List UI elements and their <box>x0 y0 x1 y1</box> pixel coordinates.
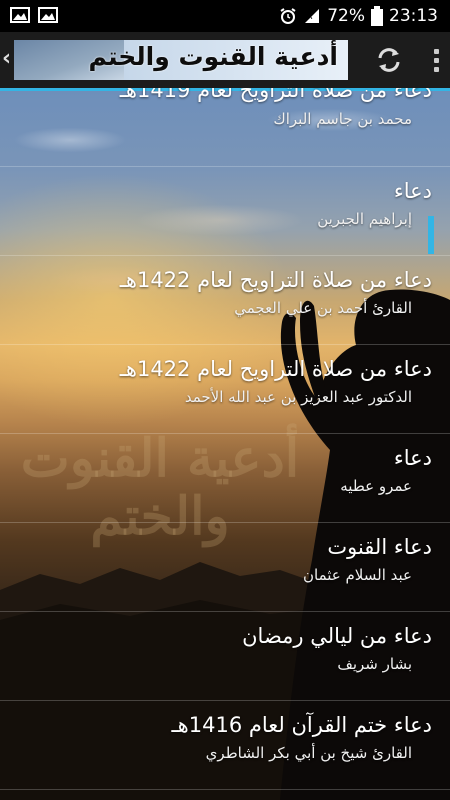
list-item[interactable]: دعاء عمرو عطيه <box>0 434 450 523</box>
item-title: دعاء من صلاة التراويح لعام 1422هـ <box>119 268 432 292</box>
list-item[interactable]: دعاء القنوت عبد السلام عثمان <box>0 523 450 612</box>
item-subtitle: القارئ أحمد بن علي العجمي <box>234 299 412 317</box>
status-bar: R 72% 23:13 <box>0 0 450 32</box>
app-title: أدعية القنوت والختم <box>88 42 338 71</box>
overflow-dot <box>433 66 439 72</box>
list-item[interactable]: دعاء من صلاة التراويح لعام 1419هـ محمد ب… <box>0 88 450 167</box>
overflow-menu-button[interactable] <box>424 38 448 82</box>
alarm-icon <box>280 8 296 24</box>
image-notification-icon <box>10 7 30 23</box>
app-banner[interactable]: أدعية القنوت والختم <box>14 40 348 80</box>
action-bar: ‹ أدعية القنوت والختم <box>0 32 450 91</box>
item-title: دعاء ختم القرآن لعام 1416هـ <box>171 713 432 737</box>
item-subtitle: بشار شريف <box>337 655 412 673</box>
svg-text:R: R <box>307 12 313 21</box>
list-item[interactable]: دعاء من صلاة التراويح لعام 1422هـ الدكتو… <box>0 345 450 434</box>
list-item[interactable]: دعاء ختم القرآن لعام 1416هـ القارئ شيخ ب… <box>0 701 450 790</box>
item-subtitle: الدكتور عبد العزيز بن عبد الله الأحمد <box>184 388 412 406</box>
item-subtitle: محمد بن جاسم البراك <box>273 110 412 128</box>
refresh-icon <box>378 48 400 72</box>
item-title: دعاء من ليالي رمضان <box>242 624 432 648</box>
image-notification-icon <box>38 7 58 23</box>
list-item[interactable]: دعاء من ليالي رمضان بشار شريف <box>0 612 450 701</box>
overflow-dot <box>433 57 439 63</box>
item-subtitle: إبراهيم الجبرين <box>317 210 412 228</box>
item-subtitle: القارئ شيخ بن أبي بكر الشاطري <box>205 744 412 762</box>
chevron-left-icon[interactable]: ‹ <box>2 46 11 71</box>
dua-list[interactable]: دعاء من صلاة التراويح لعام 1419هـ محمد ب… <box>0 88 450 800</box>
battery-percent: 72% <box>327 6 365 26</box>
list-item[interactable]: دعاء من صلاة التراويح لعام 1422هـ القارئ… <box>0 256 450 345</box>
signal-icon: R <box>305 9 320 23</box>
item-title: دعاء من صلاة التراويح لعام 1419هـ <box>119 88 432 102</box>
refresh-button[interactable] <box>367 38 411 82</box>
item-subtitle: عمرو عطيه <box>340 477 412 495</box>
item-title: دعاء من صلاة التراويح لعام 1422هـ <box>119 357 432 381</box>
list-item[interactable]: دعاء إبراهيم الجبرين <box>0 167 450 256</box>
notification-icons <box>10 6 58 24</box>
item-title: دعاء <box>393 179 432 203</box>
item-subtitle: عبد السلام عثمان <box>303 566 412 584</box>
battery-icon <box>371 6 383 26</box>
item-title: دعاء <box>393 446 432 470</box>
status-indicators: R 72% 23:13 <box>279 0 438 32</box>
overflow-menu-icon <box>433 48 439 54</box>
scrollbar-thumb[interactable] <box>428 216 434 254</box>
clock: 23:13 <box>389 6 438 26</box>
item-title: دعاء القنوت <box>327 535 432 559</box>
